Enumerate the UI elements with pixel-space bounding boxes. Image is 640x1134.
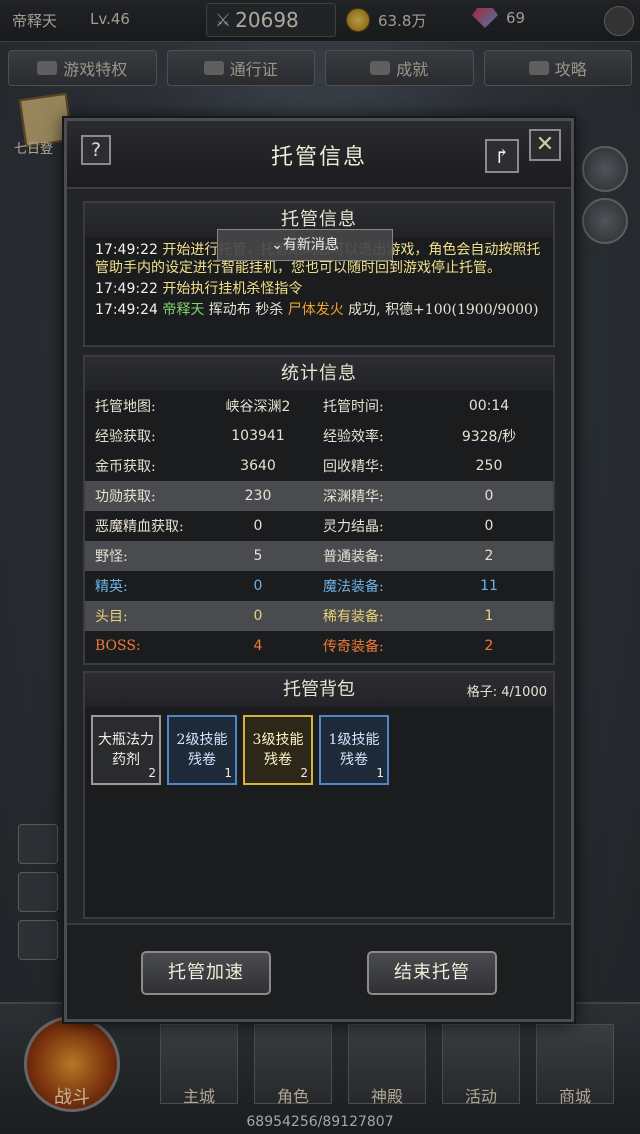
stat-value: 0 xyxy=(203,601,313,631)
speed-up-button[interactable]: 托管加速 xyxy=(141,951,271,995)
log-time: 17:49:22 xyxy=(95,242,158,258)
log-text: 挥动布 xyxy=(208,302,251,318)
stat-value: 11 xyxy=(480,578,498,594)
stat-value: 3640 xyxy=(240,458,276,474)
stats-row: 托管地图: 峡谷深渊2 托管时间: 00:14 xyxy=(85,391,553,421)
log-target: 尸体发火 xyxy=(287,302,344,318)
log-time: 17:49:22 xyxy=(95,281,158,297)
hosting-info-dialog: ? 托管信息 ↱ ✕ 托管信息 17:49:22 开始进行托管，托管期间您可以退… xyxy=(64,118,574,1022)
close-icon[interactable]: ✕ xyxy=(529,129,561,161)
stats-row: 经验获取: 103941 经验效率: 9328/秒 xyxy=(85,421,553,451)
stat-label: 托管时间: xyxy=(323,399,384,415)
log-text: 积德+100(1900/9000) xyxy=(385,302,539,318)
stat-label: 灵力结晶: xyxy=(323,519,384,535)
hosting-log-section: 托管信息 17:49:22 开始进行托管，托管期间您可以退出游戏，角色会自动按照… xyxy=(83,201,555,347)
stat-label: 普通装备: xyxy=(313,541,425,571)
stat-value: 1 xyxy=(425,601,553,631)
stat-value: 峡谷深渊2 xyxy=(225,399,291,415)
end-hosting-button[interactable]: 结束托管 xyxy=(367,951,497,995)
stat-value: 0 xyxy=(253,578,263,594)
stat-value: 5 xyxy=(203,541,313,571)
log-time: 17:49:24 xyxy=(95,302,158,318)
stat-value: 4 xyxy=(253,638,263,654)
stats-row: 金币获取: 3640 回收精华: 250 xyxy=(85,451,553,481)
stat-label: 经验效率: xyxy=(323,429,384,445)
stat-value: 103941 xyxy=(231,428,285,444)
log-text: 开始执行挂机杀怪指令 xyxy=(162,281,303,297)
stat-label: 魔法装备: xyxy=(323,579,384,595)
stat-label: 头目: xyxy=(85,601,203,631)
stat-label: 回收精华: xyxy=(323,459,384,475)
stat-value: 230 xyxy=(203,481,313,511)
stats-row: 精英: 0 魔法装备: 11 xyxy=(85,571,553,601)
stat-label: 传奇装备: xyxy=(323,639,384,655)
log-line: 17:49:22 开始执行挂机杀怪指令 xyxy=(95,280,543,298)
bag-item-count: 1 xyxy=(224,766,232,780)
statistics-section: 统计信息 托管地图: 峡谷深渊2 托管时间: 00:14 经验获取: 103941 经验效率… xyxy=(83,355,555,665)
stat-value: 250 xyxy=(475,458,503,474)
stats-row: 头目: 0 稀有装备: 1 xyxy=(85,601,553,631)
stat-label: 野怪: xyxy=(85,541,203,571)
stat-label: 托管地图: xyxy=(95,399,156,415)
stat-value: 9328/秒 xyxy=(461,429,517,445)
bag-item[interactable]: 1级技能残卷 1 xyxy=(319,715,389,785)
stat-label: BOSS: xyxy=(95,638,141,654)
bag-item[interactable]: 2级技能残卷 1 xyxy=(167,715,237,785)
log-line: 17:49:24 帝释天 挥动布 秒杀 尸体发火 成功, 积德+100(1900… xyxy=(95,301,543,319)
bag-item[interactable]: 3级技能残卷 2 xyxy=(243,715,313,785)
stat-label: 经验获取: xyxy=(95,429,156,445)
dialog-footer: 托管加速 结束托管 xyxy=(67,923,571,1019)
stats-row: BOSS: 4 传奇装备: 2 xyxy=(85,631,553,661)
stat-label: 稀有装备: xyxy=(313,601,425,631)
stat-label: 恶魔精血获取: xyxy=(95,519,184,535)
stats-row: 恶魔精血获取: 0 灵力结晶: 0 xyxy=(85,511,553,541)
share-icon[interactable]: ↱ xyxy=(485,139,519,173)
bag-capacity: 格子: 4/1000 xyxy=(466,685,547,700)
bag-item[interactable]: 大瓶法力药剂 2 xyxy=(91,715,161,785)
dialog-header: ? 托管信息 ↱ ✕ xyxy=(67,121,571,189)
stat-value: 00:14 xyxy=(468,398,510,414)
bag-header: 托管背包 格子: 4/1000 xyxy=(85,673,553,707)
bag-grid: 大瓶法力药剂 2 2级技能残卷 1 3级技能残卷 2 1级技能残卷 1 xyxy=(85,707,553,793)
stats-row: 功勋获取: 230 深渊精华: 0 xyxy=(85,481,553,511)
stat-label: 功勋获取: xyxy=(85,481,203,511)
stat-label: 深渊精华: xyxy=(313,481,425,511)
stat-label: 精英: xyxy=(95,579,128,595)
stats-title: 统计信息 xyxy=(85,357,553,391)
stat-value: 2 xyxy=(484,638,494,654)
bag-item-count: 1 xyxy=(376,766,384,780)
stat-value: 0 xyxy=(425,481,553,511)
new-message-button[interactable]: ⌄有新消息 xyxy=(217,229,393,261)
bag-item-count: 2 xyxy=(300,766,308,780)
stats-row: 野怪: 5 普通装备: 2 xyxy=(85,541,553,571)
log-player-name: 帝释天 xyxy=(162,302,205,318)
hosting-bag-section: 托管背包 格子: 4/1000 大瓶法力药剂 2 2级技能残卷 1 3级技能残卷 2 1级技… xyxy=(83,671,555,919)
stat-value: 2 xyxy=(425,541,553,571)
stat-value: 0 xyxy=(253,518,263,534)
stat-value: 0 xyxy=(484,518,494,534)
bag-item-count: 2 xyxy=(148,766,156,780)
log-text: 成功, xyxy=(348,302,381,318)
stat-label: 金币获取: xyxy=(95,459,156,475)
log-text: 秒杀 xyxy=(255,302,284,318)
stats-table: 托管地图: 峡谷深渊2 托管时间: 00:14 经验获取: 103941 经验效率: 9328… xyxy=(85,391,553,661)
